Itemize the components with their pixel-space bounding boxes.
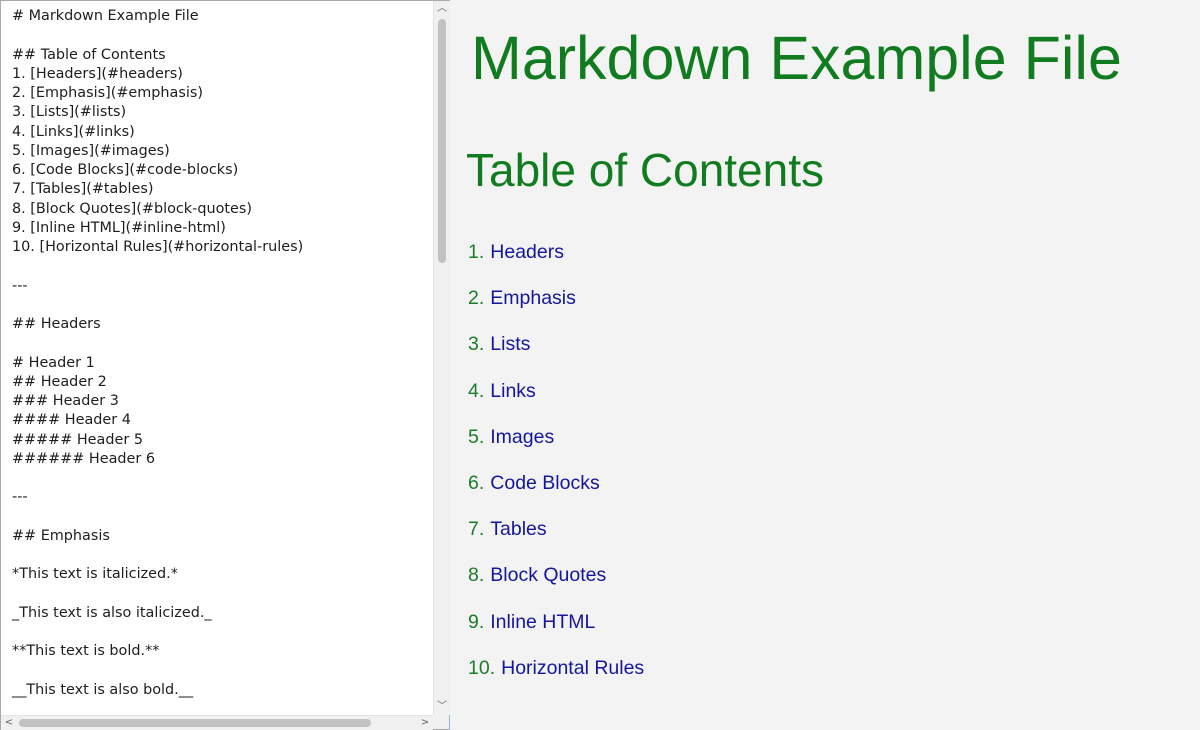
- horizontal-scroll-thumb[interactable]: [19, 719, 371, 727]
- toc-item-number: 7.: [468, 518, 485, 541]
- scroll-right-arrow-icon[interactable]: >: [417, 716, 433, 730]
- source-line: *This text is italicized.*: [12, 566, 178, 583]
- source-line: # Header 1: [12, 354, 95, 371]
- source-line: ## Header 2: [12, 373, 107, 390]
- toc-link[interactable]: Lists: [490, 333, 530, 355]
- toc-item-number: 9.: [468, 610, 485, 633]
- source-line: ##### Header 5: [12, 431, 143, 448]
- toc-link[interactable]: Code Blocks: [490, 472, 599, 494]
- markdown-editor-pane[interactable]: # Markdown Example File ## Table of Cont…: [0, 0, 450, 730]
- preview-toc-heading: Table of Contents: [466, 144, 825, 196]
- toc-item-number: 8.: [468, 564, 485, 587]
- toc-item-number: 10.: [468, 656, 496, 679]
- source-line: 1. [Headers](#headers): [12, 65, 183, 82]
- toc-item: 2. Emphasis: [468, 282, 644, 328]
- source-line: **This text is bold.**: [12, 643, 160, 660]
- source-line: 6. [Code Blocks](#code-blocks): [12, 162, 239, 178]
- markdown-source-textarea[interactable]: # Markdown Example File ## Table of Cont…: [1, 1, 433, 715]
- source-line: ### Header 3: [12, 393, 119, 409]
- toc-item-number: 1.: [468, 241, 485, 263]
- scroll-down-arrow-icon[interactable]: ﹀: [434, 699, 450, 715]
- source-line: 3. [Lists](#lists): [12, 104, 127, 121]
- toc-link[interactable]: Links: [490, 380, 536, 402]
- source-line: 5. [Images](#images): [12, 142, 170, 159]
- toc-link[interactable]: Emphasis: [490, 287, 576, 309]
- source-line: ---: [12, 489, 28, 506]
- source-line: ## Headers: [12, 316, 101, 332]
- toc-item: 6. Code Blocks: [468, 467, 644, 513]
- source-line: 7. [Tables](#tables): [12, 181, 154, 198]
- source-line: ## Emphasis: [12, 527, 110, 544]
- source-line: ###### Header 6: [12, 450, 156, 467]
- toc-link[interactable]: Tables: [490, 518, 546, 540]
- source-line: 2. [Emphasis](#emphasis): [12, 85, 203, 101]
- toc-link[interactable]: Block Quotes: [490, 564, 606, 586]
- toc-link[interactable]: Inline HTML: [490, 611, 595, 633]
- vertical-scrollbar[interactable]: ︿ ﹀: [433, 1, 450, 715]
- toc-item: 1. Headers: [468, 236, 644, 282]
- horizontal-scrollbar[interactable]: < >: [1, 715, 433, 730]
- toc-item: 8. Block Quotes: [468, 559, 644, 605]
- scroll-up-arrow-icon[interactable]: ︿: [434, 1, 450, 17]
- scroll-left-arrow-icon[interactable]: <: [1, 716, 17, 730]
- toc-item-number: 2.: [468, 287, 485, 310]
- toc-link[interactable]: Headers: [490, 241, 564, 263]
- preview-title-heading: Markdown Example File: [471, 24, 1122, 92]
- source-line: ## Table of Contents: [12, 46, 166, 63]
- markdown-source-text: # Markdown Example File ## Table of Cont…: [1, 1, 433, 700]
- toc-item-number: 5.: [468, 425, 485, 448]
- toc-item: 9. Inline HTML: [468, 606, 644, 652]
- source-line: 9. [Inline HTML](#inline-html): [12, 219, 226, 236]
- source-line: #### Header 4: [12, 412, 131, 429]
- toc-item: 5. Images: [468, 421, 644, 467]
- toc-item-number: 6.: [468, 471, 485, 494]
- toc-list: 1. Headers 2. Emphasis 3. Lists 4. Links 5. Image…: [468, 236, 644, 698]
- source-line: _This text is also italicized._: [12, 604, 212, 621]
- source-line: 8. [Block Quotes](#block-quotes): [12, 200, 252, 217]
- vertical-scroll-thumb[interactable]: [438, 19, 446, 263]
- toc-item: 7. Tables: [468, 513, 644, 559]
- source-line: # Markdown Example File: [12, 8, 199, 24]
- toc-item-number: 3.: [468, 333, 485, 356]
- scrollbar-corner: [433, 715, 449, 729]
- toc-link[interactable]: Horizontal Rules: [501, 657, 644, 679]
- toc-item: 4. Links: [468, 375, 644, 421]
- toc-item-number: 4.: [468, 379, 485, 402]
- source-line: 4. [Links](#links): [12, 123, 135, 140]
- source-line: __This text is also bold.__: [12, 681, 194, 698]
- source-line: ---: [12, 277, 28, 294]
- toc-item: 10. Horizontal Rules: [468, 652, 644, 698]
- toc-link[interactable]: Images: [490, 426, 554, 448]
- source-line: 10. [Horizontal Rules](#horizontal-rules…: [12, 239, 304, 255]
- markdown-preview-pane: Markdown Example File Table of Contents …: [452, 0, 1200, 730]
- toc-item: 3. Lists: [468, 328, 644, 374]
